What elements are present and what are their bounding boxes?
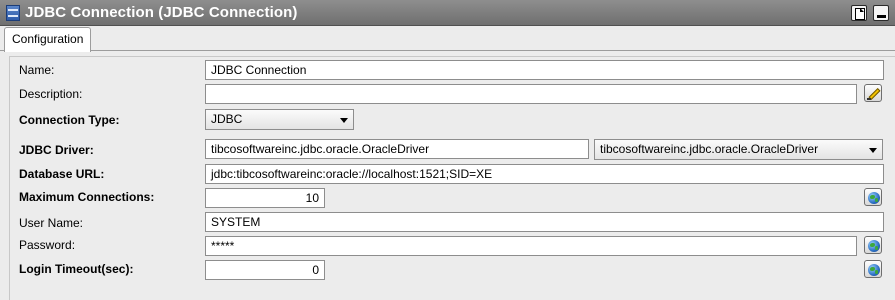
max-connections-label: Maximum Connections: <box>19 190 155 204</box>
password-globalvar-button[interactable] <box>864 236 882 254</box>
chevron-down-icon <box>869 148 877 153</box>
title-bar: JDBC Connection (JDBC Connection) <box>0 0 895 26</box>
connection-type-value: JDBC <box>211 112 243 126</box>
max-connections-globalvar-button[interactable] <box>864 188 882 206</box>
tab-strip: Configuration <box>0 26 895 52</box>
document-button[interactable] <box>851 5 867 21</box>
jdbc-driver-select[interactable]: tibcosoftwareinc.jdbc.oracle.OracleDrive… <box>594 139 883 160</box>
chevron-down-icon <box>340 118 348 123</box>
database-url-label: Database URL: <box>19 167 105 181</box>
connection-type-select[interactable]: JDBC <box>205 109 354 130</box>
minimize-button[interactable] <box>873 5 889 21</box>
globe-icon <box>868 264 880 276</box>
tab-configuration[interactable]: Configuration <box>4 27 92 52</box>
description-input[interactable] <box>205 84 857 104</box>
window-title: JDBC Connection (JDBC Connection) <box>25 4 298 21</box>
jdbc-driver-input[interactable]: tibcosoftwareinc.jdbc.oracle.OracleDrive… <box>205 139 589 159</box>
login-timeout-globalvar-button[interactable] <box>864 260 882 278</box>
user-name-input[interactable]: SYSTEM <box>205 212 884 232</box>
login-timeout-input[interactable]: 0 <box>205 260 325 280</box>
name-input[interactable]: JDBC Connection <box>205 60 884 80</box>
database-icon <box>6 4 20 21</box>
globe-icon <box>868 192 880 204</box>
jdbc-driver-label: JDBC Driver: <box>19 143 94 157</box>
globe-icon <box>868 240 880 252</box>
description-label: Description: <box>19 87 83 101</box>
connection-type-label: Connection Type: <box>19 113 120 127</box>
max-connections-input[interactable]: 10 <box>205 188 325 208</box>
password-input[interactable]: ***** <box>205 236 857 256</box>
name-label: Name: <box>19 63 55 77</box>
edit-description-button[interactable] <box>864 84 882 102</box>
password-label: Password: <box>19 238 76 252</box>
database-url-input[interactable]: jdbc:tibcosoftwareinc:oracle://localhost… <box>205 164 884 184</box>
jdbc-driver-select-value: tibcosoftwareinc.jdbc.oracle.OracleDrive… <box>600 142 819 156</box>
user-name-label: User Name: <box>19 216 84 230</box>
login-timeout-label: Login Timeout(sec): <box>19 262 134 276</box>
